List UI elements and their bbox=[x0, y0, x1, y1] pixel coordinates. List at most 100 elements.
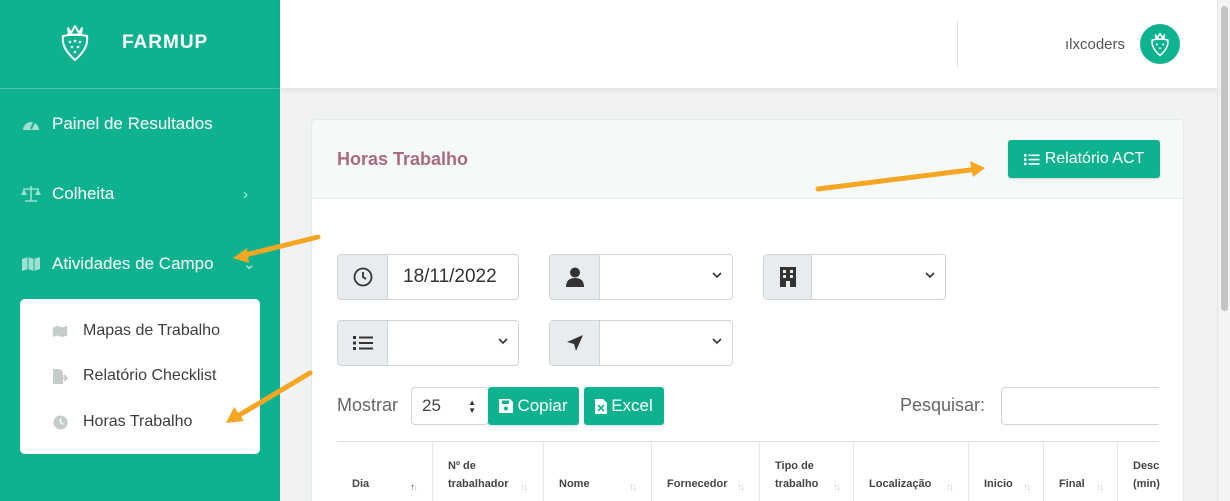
card-header: Horas Trabalho Relatório ACT bbox=[312, 120, 1183, 199]
user-avatar[interactable] bbox=[1140, 24, 1180, 64]
file-export-icon bbox=[51, 367, 69, 385]
list-select[interactable] bbox=[388, 321, 518, 365]
column-header-label: trabalhador bbox=[448, 478, 509, 490]
sort-icon: ↑↓ bbox=[737, 482, 745, 493]
building-icon bbox=[779, 267, 796, 287]
chevron-down-icon bbox=[498, 338, 508, 345]
column-header-label: Nº de bbox=[448, 460, 476, 472]
excel-button[interactable]: Excel bbox=[584, 387, 664, 425]
date-filter: 18/11/2022 bbox=[337, 254, 519, 300]
submenu-item-label: Mapas de Trabalho bbox=[83, 322, 220, 339]
column-header-label: Inicio bbox=[984, 478, 1013, 490]
column-header-inicio[interactable]: Inicio ↑↓ bbox=[969, 442, 1044, 501]
column-header-label: Nome bbox=[559, 478, 590, 490]
map-icon bbox=[21, 254, 41, 274]
column-header-descanso[interactable]: Desc (min) bbox=[1118, 442, 1160, 501]
annotation-arrow-report bbox=[815, 161, 985, 192]
chevron-down-icon bbox=[712, 338, 722, 345]
map-icon bbox=[51, 322, 69, 340]
copy-button[interactable]: Copiar bbox=[488, 387, 579, 425]
submenu-item-label: Relatório Checklist bbox=[83, 367, 217, 384]
list-filter bbox=[337, 320, 519, 366]
page-title: Horas Trabalho bbox=[337, 149, 469, 169]
sort-icon: ↑↓ bbox=[410, 482, 418, 493]
chevron-down-icon bbox=[712, 272, 722, 279]
page-length-value: 25 bbox=[422, 396, 441, 415]
annotation-arrow-atividades bbox=[233, 234, 321, 263]
submenu-item-label: Horas Trabalho bbox=[83, 413, 193, 430]
date-input[interactable]: 18/11/2022 bbox=[388, 255, 518, 299]
scrollbar-thumb[interactable] bbox=[1221, 6, 1228, 311]
strawberry-logo-icon bbox=[61, 25, 89, 62]
file-excel-icon bbox=[595, 398, 608, 414]
chevron-down-icon bbox=[925, 272, 935, 279]
sort-icon: ↑↓ bbox=[1096, 482, 1104, 493]
sort-icon: ↑↓ bbox=[833, 482, 841, 493]
page-length-select[interactable]: 25 ▲ ▼ bbox=[411, 387, 489, 425]
search-label: Pesquisar: bbox=[900, 395, 986, 415]
column-header-label: Localização bbox=[869, 478, 932, 490]
clock-icon bbox=[353, 267, 372, 287]
worker-filter bbox=[549, 254, 733, 300]
save-icon bbox=[499, 399, 514, 413]
location-select[interactable] bbox=[600, 321, 732, 365]
column-header-label: (min) bbox=[1133, 478, 1160, 490]
column-header-dia[interactable]: Dia ↑↓ bbox=[337, 442, 433, 501]
show-entries-label: Mostrar bbox=[337, 395, 399, 415]
chevron-right-icon: › bbox=[243, 185, 248, 203]
column-header-numero-trabalhador[interactable]: Nº de trabalhador ↑↓ bbox=[433, 442, 544, 501]
spinner-icon: ▲ ▼ bbox=[468, 398, 476, 415]
sort-icon: ↑↓ bbox=[520, 482, 528, 493]
column-header-label: Fornecedor bbox=[667, 478, 728, 490]
balance-scale-icon bbox=[21, 184, 41, 204]
relatorio-act-label: Relatório ACT bbox=[1044, 150, 1145, 167]
annotation-arrow-horas bbox=[226, 370, 313, 423]
sidebar-item-colheita[interactable]: Colheita › bbox=[0, 174, 280, 214]
column-header-label: Dia bbox=[352, 478, 370, 490]
column-header-label: trabalho bbox=[775, 478, 819, 490]
sort-icon: ↑↓ bbox=[1023, 482, 1031, 493]
list-icon bbox=[1023, 153, 1040, 165]
relatorio-act-button[interactable]: Relatório ACT bbox=[1008, 140, 1160, 178]
column-header-tipo-de-trabalho[interactable]: Tipo de trabalho ↑↓ bbox=[760, 442, 854, 501]
clock-icon bbox=[51, 413, 69, 431]
topbar-divider bbox=[957, 20, 958, 68]
strawberry-avatar-icon bbox=[1151, 32, 1169, 57]
table-header: Dia ↑↓ Nº de trabalhador ↑↓ Nome ↑↓ Forne… bbox=[337, 441, 1160, 501]
gauge-icon bbox=[21, 114, 41, 134]
location-filter bbox=[549, 320, 733, 366]
building-addon bbox=[764, 255, 812, 299]
column-header-label: Desc bbox=[1133, 460, 1160, 472]
building-select[interactable] bbox=[812, 255, 945, 299]
copy-button-label: Copiar bbox=[517, 396, 568, 415]
user-icon bbox=[565, 267, 584, 287]
sort-icon: ↑↓ bbox=[946, 482, 954, 493]
column-header-label: Tipo de bbox=[775, 460, 814, 472]
location-arrow-icon bbox=[566, 335, 583, 351]
excel-button-label: Excel bbox=[611, 396, 653, 415]
topbar: ılxcoders bbox=[280, 0, 1217, 88]
brand-divider bbox=[0, 88, 280, 89]
sort-icon: ↑↓ bbox=[629, 482, 637, 493]
column-header-nome[interactable]: Nome ↑↓ bbox=[544, 442, 652, 501]
column-header-localizacao[interactable]: Localização ↑↓ bbox=[854, 442, 969, 501]
list-addon bbox=[338, 321, 388, 365]
brand-name: FARMUP bbox=[122, 32, 209, 53]
submenu-item-mapas-de-trabalho[interactable]: Mapas de Trabalho bbox=[20, 316, 260, 346]
list-icon bbox=[352, 336, 373, 350]
column-header-fornecedor[interactable]: Fornecedor ↑↓ bbox=[652, 442, 760, 501]
date-addon bbox=[338, 255, 388, 299]
column-header-final[interactable]: Final ↑↓ bbox=[1044, 442, 1118, 501]
worker-select[interactable] bbox=[600, 255, 732, 299]
page-scrollbar[interactable] bbox=[1217, 0, 1230, 501]
sidebar-item-label: Painel de Resultados bbox=[52, 114, 213, 133]
location-addon bbox=[550, 321, 600, 365]
username[interactable]: ılxcoders bbox=[1065, 36, 1125, 53]
brand[interactable]: FARMUP bbox=[0, 0, 280, 88]
search-input[interactable] bbox=[1001, 387, 1159, 425]
sidebar-item-label: Atividades de Campo bbox=[52, 254, 214, 273]
column-header-label: Final bbox=[1059, 478, 1085, 490]
sidebar-item-painel-de-resultados[interactable]: Painel de Resultados bbox=[0, 104, 280, 144]
sidebar-item-label: Colheita bbox=[52, 184, 115, 203]
building-filter bbox=[763, 254, 946, 300]
